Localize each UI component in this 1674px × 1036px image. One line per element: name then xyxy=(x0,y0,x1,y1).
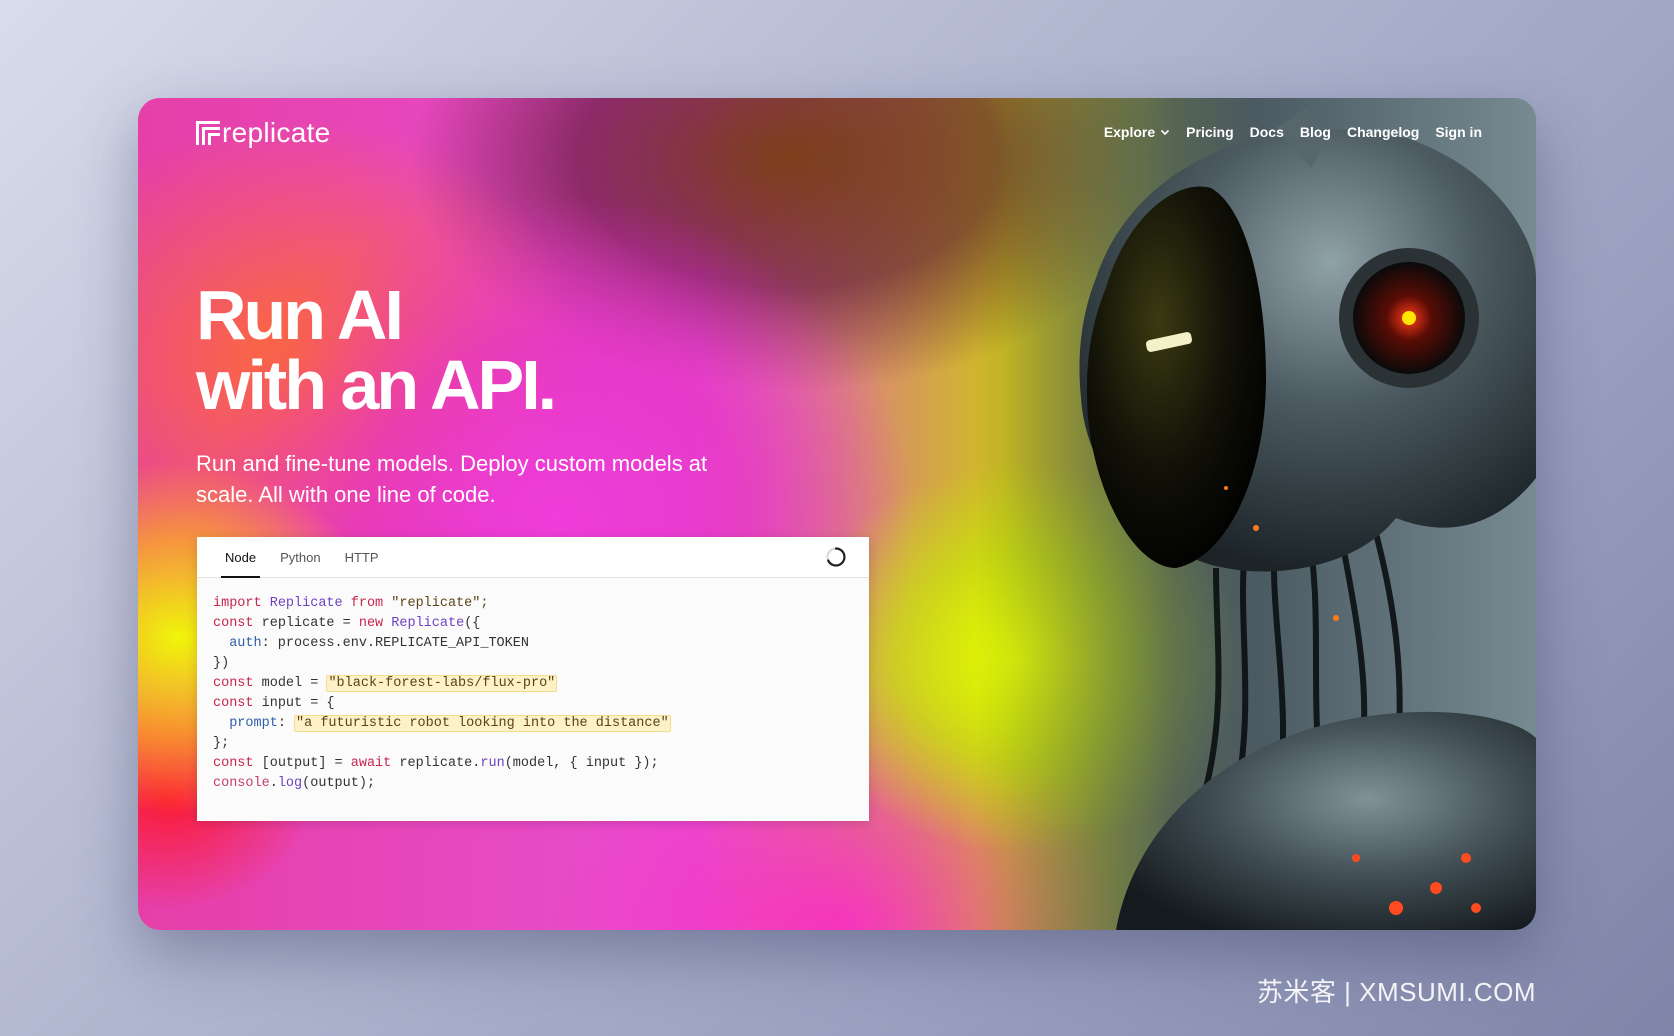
code-token: ({ xyxy=(464,616,481,631)
replicate-logo-icon xyxy=(196,121,220,145)
code-token: model = xyxy=(261,676,327,691)
nav-explore[interactable]: Explore xyxy=(1104,124,1170,140)
nav-pricing-label: Pricing xyxy=(1186,124,1234,140)
code-token: import xyxy=(213,596,262,611)
code-token: prompt xyxy=(229,716,278,731)
nav-sign-in[interactable]: Sign in xyxy=(1435,124,1482,140)
hero-title: Run AI with an API. xyxy=(196,276,557,424)
code-token: }; xyxy=(213,736,230,751)
code-token: : xyxy=(277,716,295,731)
nav-docs[interactable]: Docs xyxy=(1250,124,1284,140)
watermark-text: 苏米客 | XMSUMI.COM xyxy=(1256,977,1536,1007)
code-language-tabs: Node Python HTTP xyxy=(197,537,869,578)
top-nav: Explore Pricing Docs Blog Changelog Sign… xyxy=(1104,124,1482,140)
code-token: "replicate"; xyxy=(391,596,489,611)
code-token: await xyxy=(350,756,392,771)
brand-name: replicate xyxy=(222,117,331,148)
code-token: run xyxy=(480,756,505,771)
tab-http[interactable]: HTTP xyxy=(333,537,391,577)
code-token: const xyxy=(213,756,254,771)
tab-node[interactable]: Node xyxy=(213,537,268,578)
code-highlight-model: "black-forest-labs/flux-pro" xyxy=(326,675,558,692)
nav-changelog-label: Changelog xyxy=(1346,124,1420,140)
app-window: replicate Explore Pricing Docs Blog Chan… xyxy=(138,98,1536,930)
code-token: (model, { input }); xyxy=(504,756,659,771)
code-token: . xyxy=(269,776,278,791)
code-token: Replicate xyxy=(391,616,465,631)
hero-subtitle: Run and fine-tune models. Deploy custom … xyxy=(196,451,708,507)
code-token: new xyxy=(358,616,384,631)
code-snippet: import Replicate from "replicate"; const… xyxy=(197,578,869,810)
code-token: : process.env.REPLICATE_API_TOKEN xyxy=(261,636,529,651)
nav-docs-label: Docs xyxy=(1249,124,1284,140)
code-token: log xyxy=(277,776,303,791)
code-example-card: Node Python HTTP import Replicate from "… xyxy=(197,537,869,821)
code-token: (output); xyxy=(302,776,376,791)
code-token: Replicate xyxy=(269,596,343,611)
code-token: console xyxy=(213,776,270,791)
code-token: replicate = xyxy=(261,616,359,631)
code-token: const xyxy=(213,616,254,631)
code-token: const xyxy=(213,676,254,691)
tab-python[interactable]: Python xyxy=(268,537,332,577)
chevron-down-icon xyxy=(1161,129,1170,136)
nav-blog-label: Blog xyxy=(1299,124,1331,140)
code-token: replicate. xyxy=(399,756,481,771)
code-token: auth xyxy=(229,636,262,651)
nav-sign-in-label: Sign in xyxy=(1435,124,1482,140)
loading-spinner-icon xyxy=(826,547,846,567)
brand-logo[interactable]: replicate xyxy=(196,116,331,150)
hero-robot-image xyxy=(976,98,1536,930)
code-token: const xyxy=(213,696,254,711)
code-token: [output] = xyxy=(261,756,351,771)
nav-explore-label: Explore xyxy=(1103,124,1156,140)
nav-changelog[interactable]: Changelog xyxy=(1347,124,1419,140)
code-highlight-prompt: "a futuristic robot looking into the dis… xyxy=(294,715,671,732)
code-token: }) xyxy=(213,656,230,671)
hero-title-line-2: with an API. xyxy=(196,346,557,424)
code-token: input = { xyxy=(261,696,335,711)
code-token: from xyxy=(350,596,384,611)
hero-title-line-1: Run AI xyxy=(196,276,404,354)
nav-pricing[interactable]: Pricing xyxy=(1186,124,1233,140)
nav-blog[interactable]: Blog xyxy=(1300,124,1331,140)
